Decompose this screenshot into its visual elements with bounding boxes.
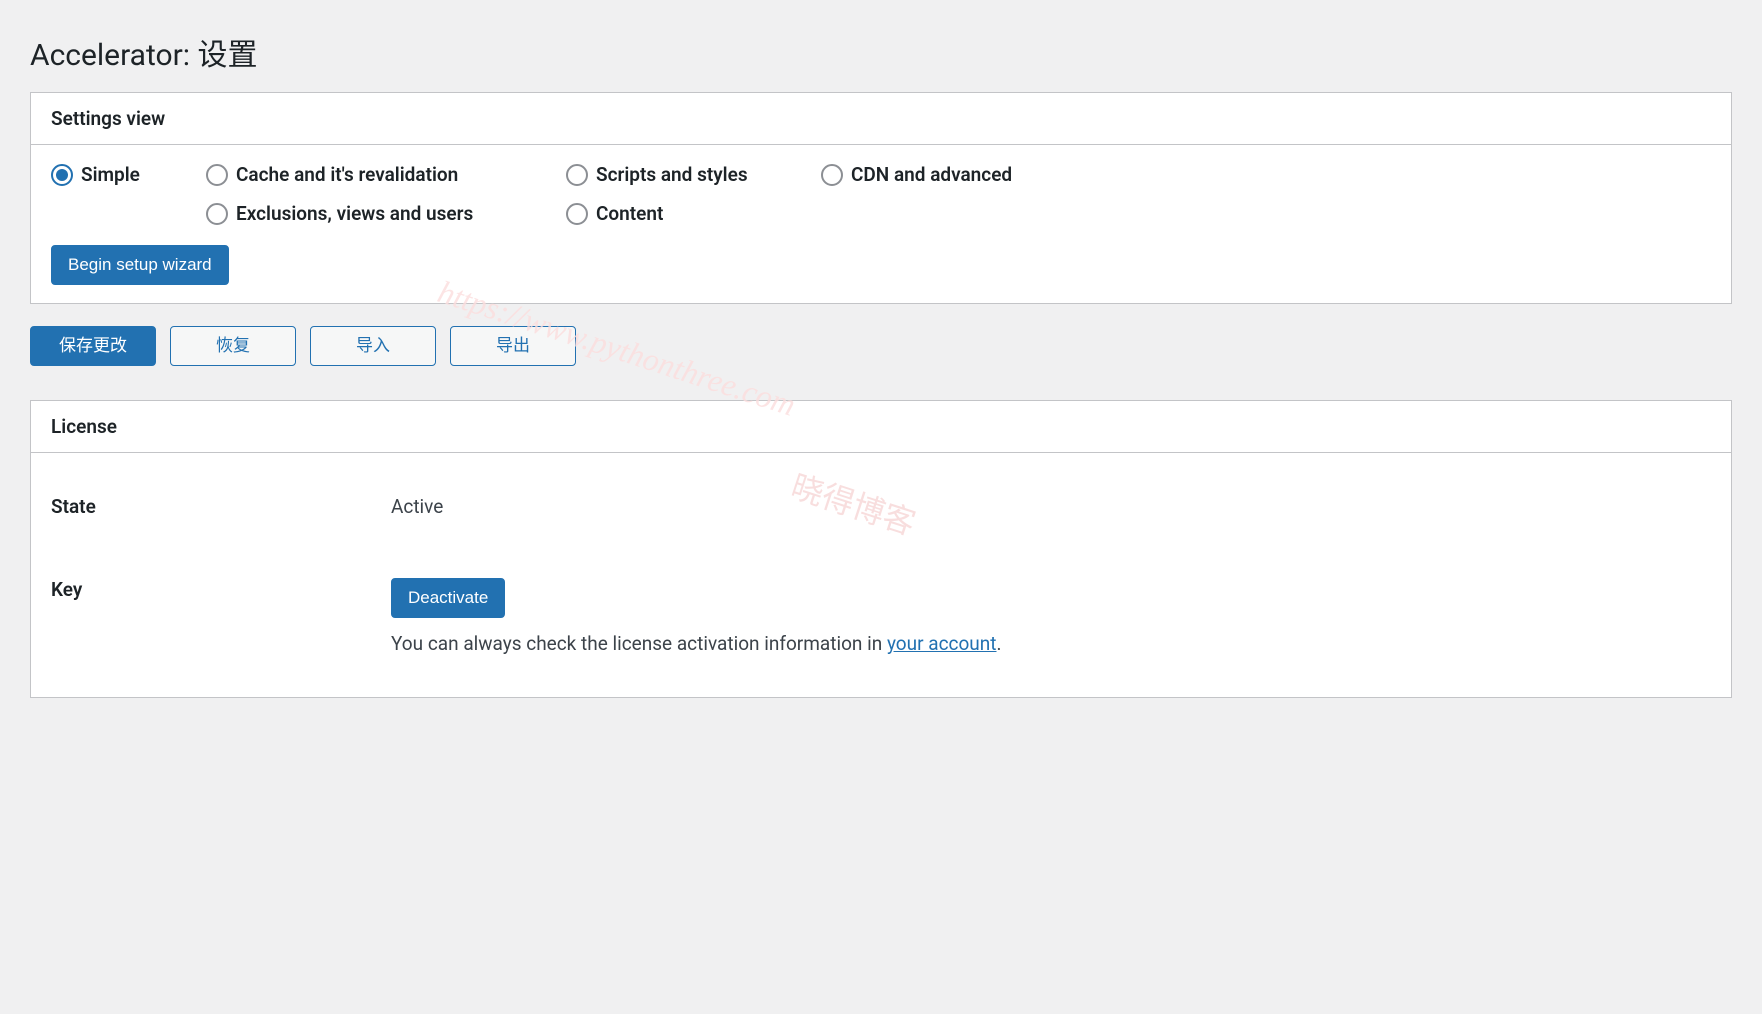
radio-content[interactable]: Content [566,202,821,225]
radio-icon [566,164,588,186]
license-key-row: Key Deactivate You can always check the … [51,542,1711,679]
import-button[interactable]: 导入 [310,326,436,366]
radio-icon [566,203,588,225]
key-label: Key [51,578,391,601]
radio-simple[interactable]: Simple [51,163,206,186]
state-value: Active [391,495,443,518]
license-desc-suffix: . [997,632,1002,655]
radio-label-cache: Cache and it's revalidation [236,163,458,186]
radio-label-simple: Simple [81,163,140,186]
deactivate-button[interactable]: Deactivate [391,578,505,618]
license-desc-prefix: You can always check the license activat… [391,632,887,655]
save-button[interactable]: 保存更改 [30,326,156,366]
license-state-row: State Active [51,471,1711,542]
state-label: State [51,495,391,518]
your-account-link[interactable]: your account [887,632,997,655]
radio-label-exclusions: Exclusions, views and users [236,202,473,225]
radio-icon [206,164,228,186]
license-panel: License State Active Key Deactivate You … [30,400,1732,698]
radio-label-scripts: Scripts and styles [596,163,748,186]
settings-view-title: Settings view [31,93,1731,145]
export-button[interactable]: 导出 [450,326,576,366]
radio-icon [206,203,228,225]
radio-icon [821,164,843,186]
action-bar: 保存更改 恢复 导入 导出 [30,326,1732,366]
restore-button[interactable]: 恢复 [170,326,296,366]
radio-cdn-advanced[interactable]: CDN and advanced [821,163,1101,186]
radio-cache-revalidation[interactable]: Cache and it's revalidation [206,163,566,186]
page-title: Accelerator: 设置 [30,30,1732,74]
radio-icon [51,164,73,186]
radio-label-content: Content [596,202,663,225]
radio-scripts-styles[interactable]: Scripts and styles [566,163,821,186]
radio-label-cdn: CDN and advanced [851,163,1012,186]
radio-exclusions[interactable]: Exclusions, views and users [206,202,566,225]
begin-setup-wizard-button[interactable]: Begin setup wizard [51,245,229,285]
license-description: You can always check the license activat… [391,632,1002,655]
settings-view-panel: Settings view Simple Cache and it's reva… [30,92,1732,304]
license-title: License [31,401,1731,453]
